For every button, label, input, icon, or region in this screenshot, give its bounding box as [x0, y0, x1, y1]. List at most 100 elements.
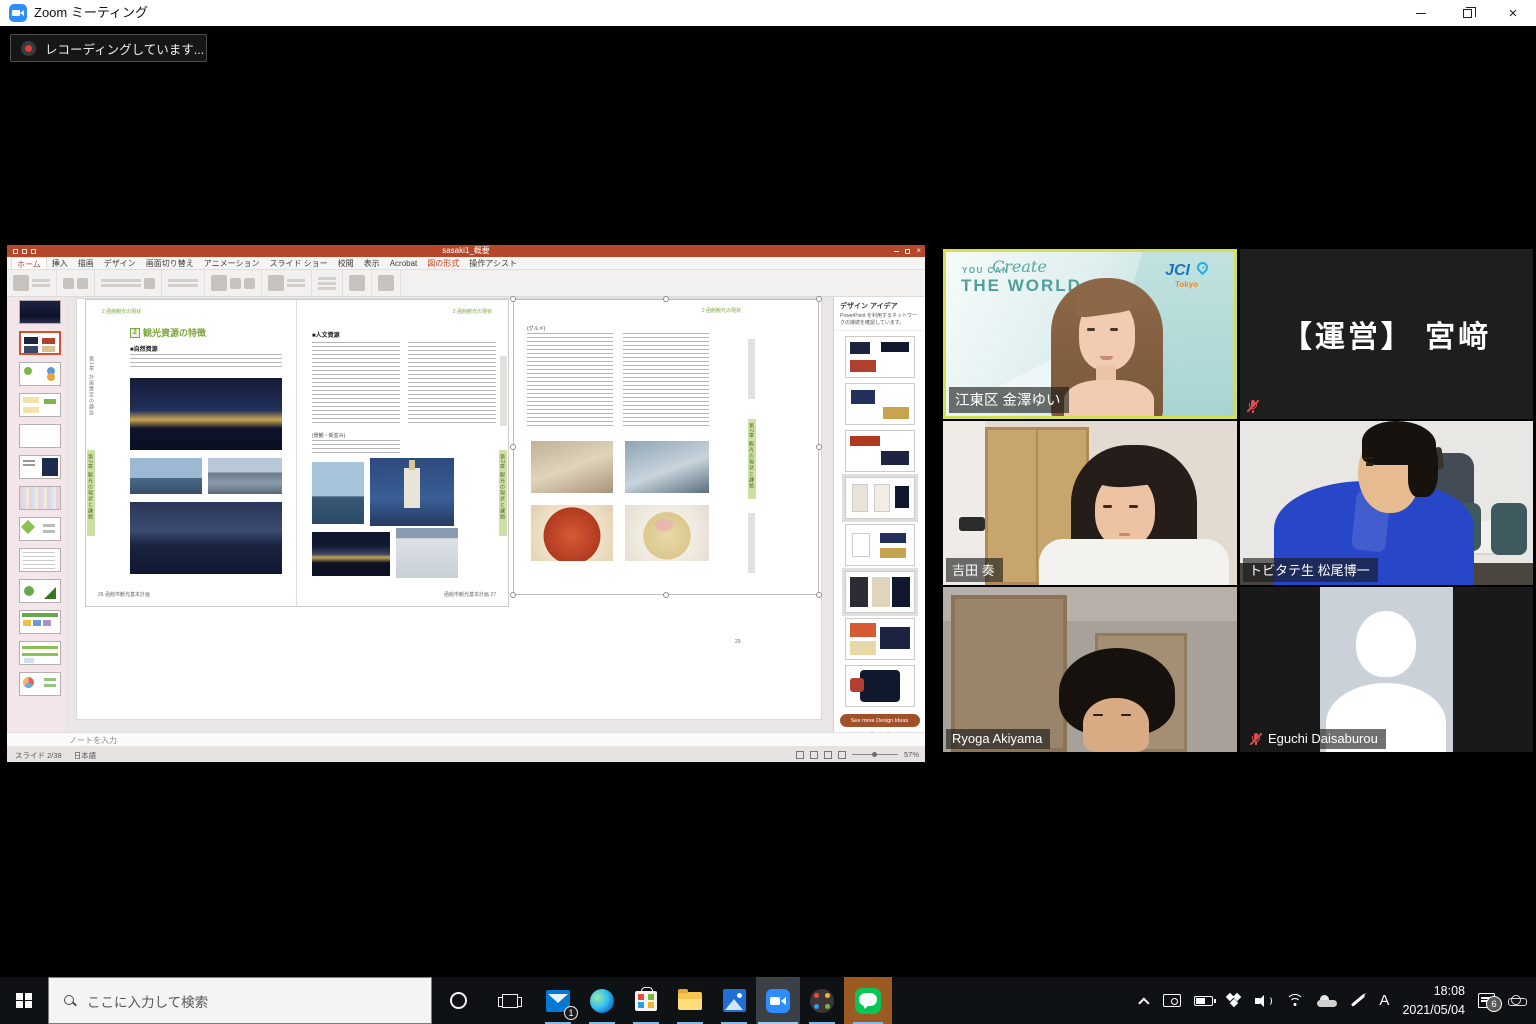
design-idea-2[interactable] — [845, 383, 915, 425]
tab-animations[interactable]: アニメーション — [199, 257, 265, 269]
slide-thumbnail-2-selected[interactable] — [19, 331, 61, 355]
video-tile-kanazawa[interactable]: YOU CAN Create THE WORLD JCI Tokyo 江東区 金… — [943, 249, 1237, 419]
slide-thumbnail-1[interactable] — [19, 300, 61, 324]
slide-thumbnail-7[interactable] — [19, 486, 61, 510]
video-tile-akiyama[interactable]: Ryoga Akiyama — [943, 587, 1237, 752]
slideshow-icon[interactable] — [838, 751, 846, 759]
cortana-button[interactable] — [432, 977, 484, 1024]
line-app-button[interactable] — [844, 977, 892, 1024]
tab-design[interactable]: デザイン — [99, 257, 141, 269]
video-tile-matsuo[interactable]: トビタテ生 松尾博一 — [1240, 421, 1533, 585]
weather-cloud-icon[interactable] — [1508, 995, 1526, 1006]
video-tile-yoshida[interactable]: 吉田 奏 — [943, 421, 1237, 585]
ribbon-group-arrange[interactable] — [262, 270, 312, 296]
store-app-button[interactable] — [624, 977, 668, 1024]
normal-view-icon[interactable] — [796, 751, 804, 759]
slide-thumbnail-panel — [7, 297, 65, 732]
design-idea-6[interactable] — [845, 571, 915, 613]
avatar-placeholder — [1320, 587, 1453, 752]
tab-draw[interactable]: 描画 — [73, 257, 99, 269]
zoom-slider[interactable] — [852, 754, 898, 755]
paint-app-button[interactable] — [800, 977, 844, 1024]
restore-button[interactable] — [1444, 0, 1490, 26]
ribbon-group-clipboard[interactable] — [7, 270, 57, 296]
taskbar-search-input[interactable]: ここに入力して検索 — [48, 977, 432, 1024]
tab-home[interactable]: ホーム — [11, 257, 47, 269]
slide-thumbnail-13[interactable] — [19, 672, 61, 696]
video-tile-miyazaki[interactable]: 【運営】 宮﨑 — [1240, 249, 1533, 419]
selection-handle[interactable] — [510, 592, 516, 598]
selection-handle[interactable] — [510, 296, 516, 302]
slide-thumbnail-8[interactable] — [19, 517, 61, 541]
task-view-button[interactable] — [484, 977, 536, 1024]
taskbar-clock[interactable]: 18:08 2021/05/04 — [1402, 982, 1465, 1018]
close-button[interactable]: × — [1490, 0, 1536, 26]
slide-thumbnail-9[interactable] — [19, 548, 61, 572]
cast-icon[interactable] — [1163, 994, 1181, 1007]
wifi-icon[interactable] — [1286, 994, 1304, 1007]
selection-handle[interactable] — [663, 296, 669, 302]
volume-icon[interactable] — [1255, 994, 1273, 1008]
slide-thumbnail-5[interactable] — [19, 424, 61, 448]
design-idea-8[interactable] — [845, 665, 915, 707]
design-idea-4[interactable] — [845, 477, 915, 519]
zoom-app-button[interactable] — [756, 977, 800, 1024]
dropbox-icon[interactable] — [1226, 994, 1242, 1008]
slide-thumbnail-10[interactable] — [19, 579, 61, 603]
selection-handle[interactable] — [816, 444, 822, 450]
slide-thumbnail-4[interactable] — [19, 393, 61, 417]
ppt-close-icon[interactable]: × — [916, 247, 921, 255]
minimize-button[interactable] — [1398, 0, 1444, 26]
slide-sorter-icon[interactable] — [810, 751, 818, 759]
ppt-maximize-icon[interactable] — [905, 249, 910, 254]
selection-handle[interactable] — [510, 444, 516, 450]
ribbon-group-voice[interactable] — [343, 270, 372, 296]
slide-thumbnail-11[interactable] — [19, 610, 61, 634]
ime-indicator[interactable]: A — [1379, 992, 1389, 1009]
tab-tell-me[interactable]: 操作アシスト — [464, 257, 522, 269]
ribbon-group-drawing[interactable] — [205, 270, 262, 296]
recording-indicator[interactable]: レコーディングしています... — [10, 34, 207, 62]
slide-thumbnail-12[interactable] — [19, 641, 61, 665]
action-center-icon[interactable]: 6 — [1478, 993, 1495, 1008]
tab-acrobat[interactable]: Acrobat — [385, 257, 423, 269]
selection-handle[interactable] — [663, 592, 669, 598]
ppt-minimize-icon[interactable] — [894, 251, 899, 252]
mail-app-button[interactable]: 1 — [536, 977, 580, 1024]
ribbon-group-paragraph[interactable] — [162, 270, 205, 296]
selection-handle[interactable] — [816, 296, 822, 302]
tab-review[interactable]: 校閲 — [333, 257, 359, 269]
slide-thumbnail-3[interactable] — [19, 362, 61, 386]
slide-thumbnail-6[interactable] — [19, 455, 61, 479]
design-idea-1[interactable] — [845, 336, 915, 378]
tab-picture-format[interactable]: 図の形式 — [422, 257, 464, 269]
ribbon-group-adobe[interactable] — [372, 270, 401, 296]
tab-insert[interactable]: 挿入 — [47, 257, 73, 269]
reading-view-icon[interactable] — [824, 751, 832, 759]
document-spread-image-left[interactable]: 2 函館観光の現状 2 観光資源の特徴 ■自然資源 26 函館市観光基本計画 第… — [85, 299, 509, 607]
notes-bar[interactable]: ノートを入力 — [7, 732, 925, 746]
slide-editing-area[interactable]: 2 函館観光の現状 2 観光資源の特徴 ■自然資源 26 函館市観光基本計画 第… — [65, 297, 833, 732]
see-more-design-ideas-button[interactable]: See more Design Ideas — [840, 714, 920, 727]
ribbon-group-slides[interactable] — [57, 270, 95, 296]
onedrive-icon[interactable] — [1317, 995, 1337, 1007]
document-image-right-selected[interactable]: 2 函館観光の現状 (グルメ) 29 第2章 観光の現状と課題 — [513, 299, 821, 651]
edge-app-button[interactable] — [580, 977, 624, 1024]
design-idea-5[interactable] — [845, 524, 915, 566]
file-explorer-button[interactable] — [668, 977, 712, 1024]
tab-view[interactable]: 表示 — [359, 257, 385, 269]
tab-transitions[interactable]: 画面切り替え — [141, 257, 199, 269]
tray-expand-icon[interactable] — [1139, 997, 1150, 1008]
design-idea-3[interactable] — [845, 430, 915, 472]
design-idea-7[interactable] — [845, 618, 915, 660]
battery-icon[interactable] — [1194, 996, 1213, 1006]
ribbon-group-editing[interactable] — [312, 270, 343, 296]
tab-slideshow[interactable]: スライド ショー — [264, 257, 332, 269]
ribbon-group-font[interactable] — [95, 270, 162, 296]
video-tile-eguchi[interactable]: Eguchi Daisaburou — [1240, 587, 1533, 752]
photos-app-button[interactable] — [712, 977, 756, 1024]
current-slide[interactable]: 2 函館観光の現状 2 観光資源の特徴 ■自然資源 26 函館市観光基本計画 第… — [77, 299, 821, 719]
selection-handle[interactable] — [816, 592, 822, 598]
pen-icon[interactable] — [1351, 994, 1365, 1007]
start-button[interactable] — [0, 977, 48, 1024]
